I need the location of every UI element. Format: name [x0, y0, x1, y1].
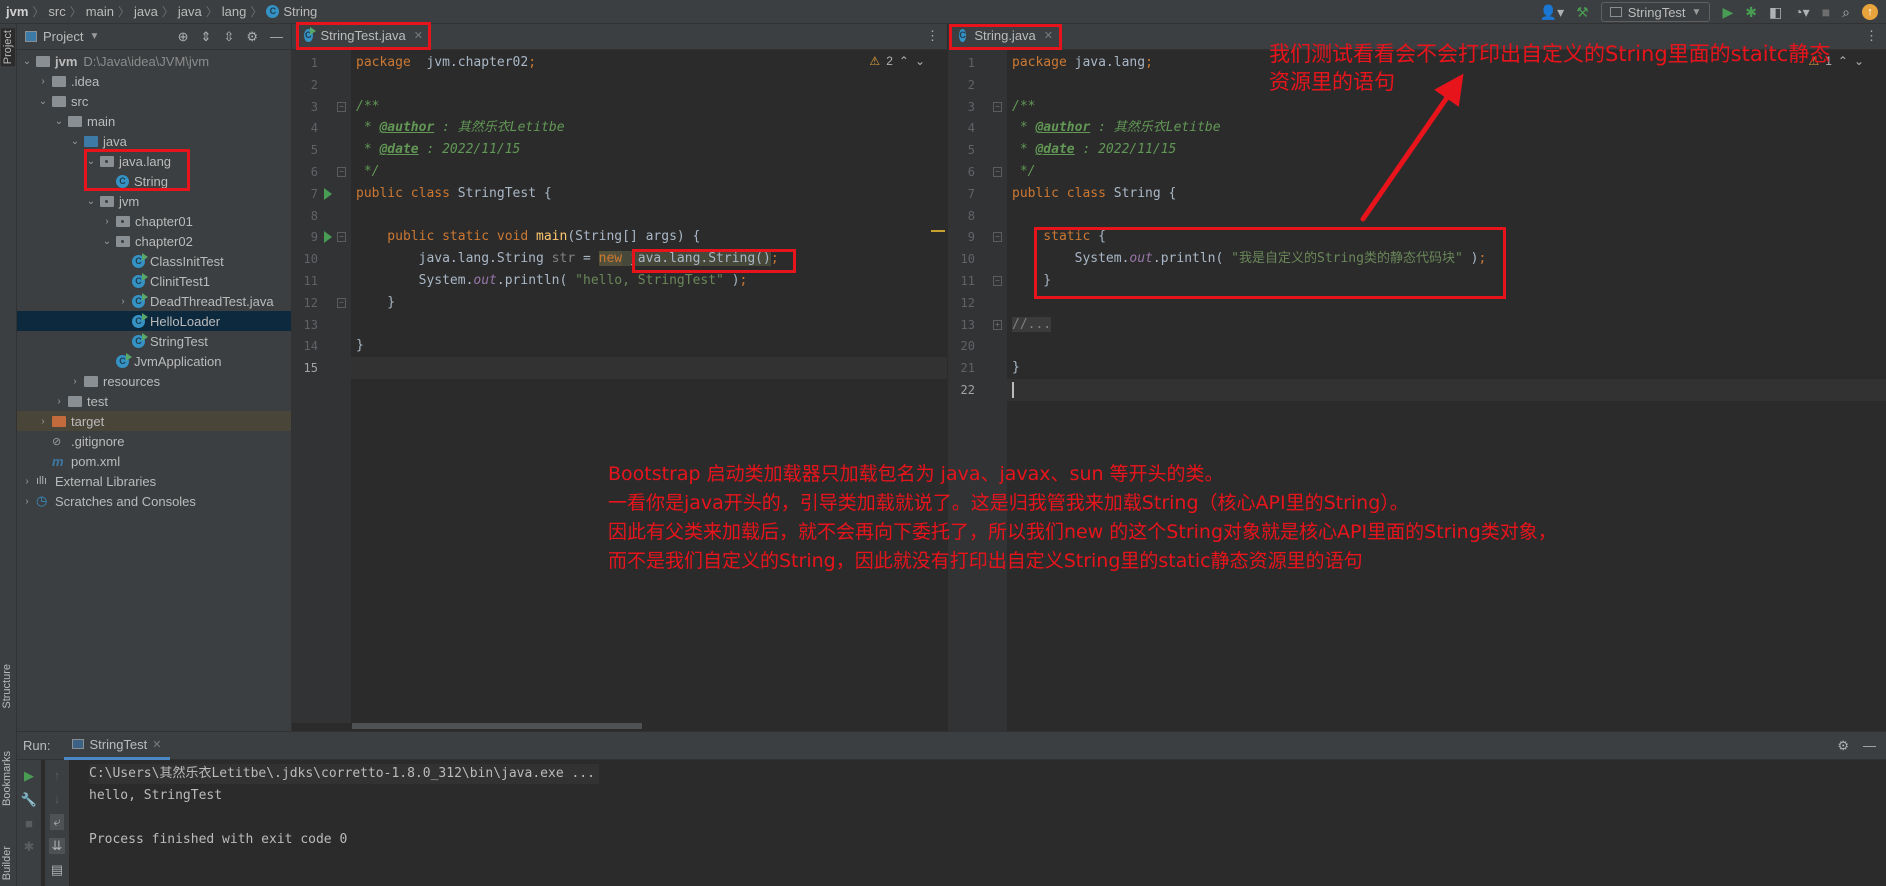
console-icon — [72, 739, 85, 749]
run-toolbar-secondary: ↑ ↓ ⤶ ⇊ ▤ — [45, 760, 69, 886]
arrow-up-icon[interactable]: ↑ — [54, 768, 61, 783]
run-panel: Run: StringTest ✕ ⚙ — ▶ 🔧 ■ ✱ ↑ ↓ ⤶ ⇊ ▤ … — [17, 731, 1886, 886]
run-label: Run: — [23, 738, 51, 753]
soft-wrap-icon[interactable]: ⤶ — [50, 814, 64, 830]
gear-icon[interactable]: ⚙ — [1837, 738, 1849, 754]
arrow-line — [1360, 73, 1464, 222]
run-panel-header: Run: StringTest ✕ ⚙ — — [17, 732, 1886, 760]
console-output-line: hello, StringTest — [89, 788, 223, 803]
annotation-line: 一看你是java开头的，引导类加载就说了。这是归我管我来加载String（核心A… — [608, 492, 1409, 514]
annotation-line: 因此有父类来加载后，就不会再向下委托了，所以我们new 的这个String对象就… — [608, 521, 1557, 543]
scroll-to-end-icon[interactable]: ⇊ — [48, 838, 66, 854]
annotation-line: 而不是我们自定义的String，因此就没有打印出自定义String里的stati… — [608, 550, 1363, 572]
run-tab-stringtest[interactable]: StringTest ✕ — [64, 732, 170, 760]
debug-icon[interactable]: ✱ — [24, 839, 35, 855]
annotation-bottom: Bootstrap 启动类加载器只加载包名为 java、javax、sun 等开… — [608, 460, 1557, 576]
console-exit-line: Process finished with exit code 0 — [89, 832, 348, 847]
console-command-line: C:\Users\其然乐衣Letitbe\.jdks\corretto-1.8.… — [89, 764, 599, 784]
close-icon[interactable]: ✕ — [152, 738, 161, 751]
run-toolbar-primary: ▶ 🔧 ■ ✱ — [17, 760, 41, 886]
minimize-icon[interactable]: — — [1863, 738, 1876, 754]
print-icon[interactable]: ▤ — [51, 862, 63, 878]
annotation-line: Bootstrap 启动类加载器只加载包名为 java、javax、sun 等开… — [608, 463, 1224, 485]
wrench-icon[interactable]: 🔧 — [21, 792, 37, 808]
rerun-icon[interactable]: ▶ — [24, 768, 34, 784]
run-tab-label: StringTest — [89, 736, 148, 752]
stop-icon[interactable]: ■ — [25, 816, 33, 831]
arrow-down-icon[interactable]: ↓ — [54, 791, 61, 806]
